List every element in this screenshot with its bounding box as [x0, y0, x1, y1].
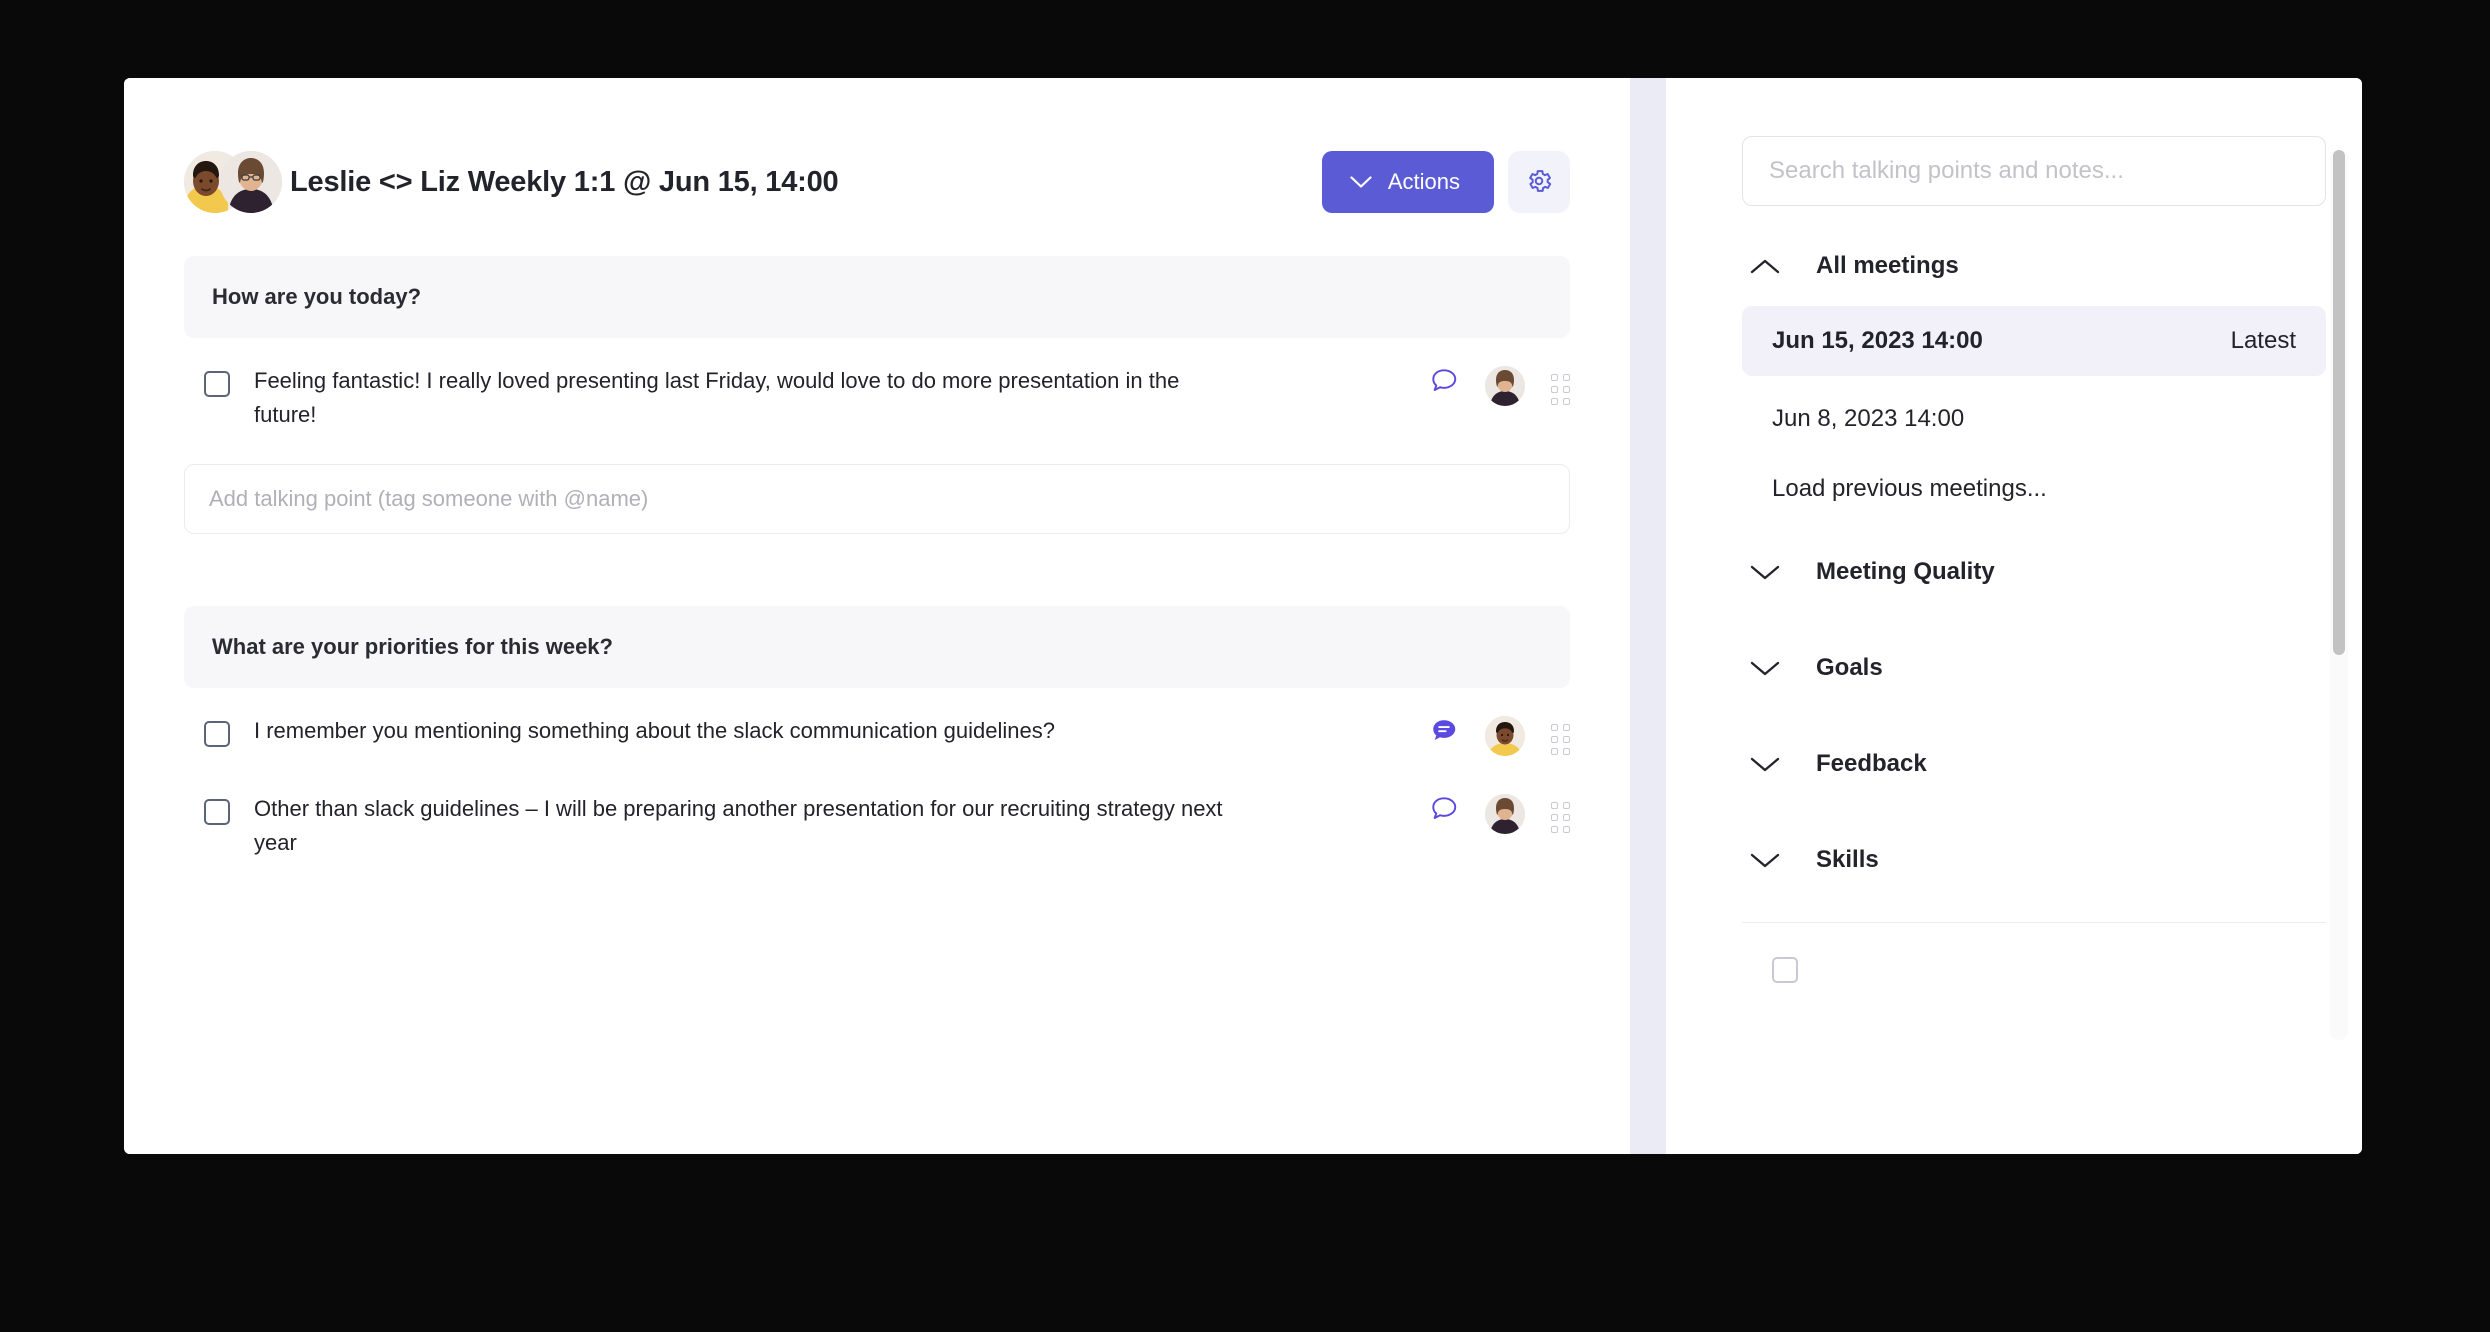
sidebar-section-label: Skills: [1816, 846, 1879, 873]
section-header-label: How are you today?: [212, 284, 422, 309]
meeting-header: Leslie <> Liz Weekly 1:1 @ Jun 15, 14:00…: [184, 78, 1570, 228]
section-how-are-you: How are you today? Feeling fantastic! I …: [184, 256, 1570, 535]
desktop-background: Leslie <> Liz Weekly 1:1 @ Jun 15, 14:00…: [0, 0, 2490, 1332]
panel-divider: [1630, 78, 1666, 1154]
sidebar-group-label: All meetings: [1816, 252, 1959, 279]
drag-handle-icon[interactable]: [1551, 366, 1570, 405]
main-panel: Leslie <> Liz Weekly 1:1 @ Jun 15, 14:00…: [124, 78, 1630, 1154]
avatar-liz: [220, 151, 282, 213]
section-priorities: What are your priorities for this week? …: [184, 606, 1570, 870]
sidebar-panel: All meetings Jun 15, 2023 14:00 Latest J…: [1666, 78, 2362, 1154]
chevron-down-icon: [1750, 564, 1816, 581]
settings-button[interactable]: [1508, 151, 1570, 213]
talking-point-text: Other than slack guidelines – I will be …: [254, 796, 1223, 856]
sidebar-meeting-item[interactable]: Jun 8, 2023 14:00: [1742, 384, 2326, 454]
talking-point-checkbox[interactable]: [204, 371, 230, 397]
sidebar-section-feedback[interactable]: Feedback: [1742, 716, 2326, 812]
sidebar-section-label: Feedback: [1816, 750, 1927, 777]
chevron-down-icon: [1750, 756, 1816, 773]
load-previous-meetings-link[interactable]: Load previous meetings...: [1742, 454, 2326, 524]
talking-point-row: Feeling fantastic! I really loved presen…: [184, 338, 1570, 442]
talking-point-text: Feeling fantastic! I really loved presen…: [254, 368, 1180, 428]
participant-avatars: [184, 151, 282, 213]
actions-button-label: Actions: [1387, 169, 1460, 194]
sidebar-clipped-item[interactable]: [1742, 923, 2326, 983]
talking-point-tools: [1429, 364, 1570, 406]
sidebar-section-label: Meeting Quality: [1816, 558, 1995, 585]
talking-point-tools: [1429, 714, 1570, 757]
search-field[interactable]: [1742, 136, 2326, 206]
meeting-latest-badge: Latest: [2230, 327, 2296, 354]
talking-point-row: I remember you mentioning something abou…: [184, 688, 1570, 766]
chevron-down-icon: [1750, 852, 1816, 869]
section-header: How are you today?: [184, 256, 1570, 338]
sidebar-section-label: Goals: [1816, 654, 1883, 681]
actions-button[interactable]: Actions: [1321, 151, 1494, 213]
section-header-label: What are your priorities for this week?: [212, 634, 613, 660]
talking-point-text: I remember you mentioning something abou…: [254, 718, 1055, 744]
drag-handle-icon[interactable]: [1551, 716, 1570, 756]
sidebar-section-skills[interactable]: Skills: [1742, 812, 2326, 908]
app-window: Leslie <> Liz Weekly 1:1 @ Jun 15, 14:00…: [124, 78, 2362, 1154]
add-talking-point-field[interactable]: [184, 464, 1570, 535]
drag-handle-icon[interactable]: [1551, 794, 1570, 834]
meeting-date: Jun 8, 2023 14:00: [1772, 405, 1965, 432]
sidebar-bottom-fade: [1666, 1044, 2362, 1154]
clipped-checkbox[interactable]: [1772, 957, 1798, 983]
chevron-down-icon: [1750, 660, 1816, 677]
sidebar-section-meeting-quality[interactable]: Meeting Quality: [1742, 524, 2326, 620]
talking-point-checkbox[interactable]: [204, 721, 230, 748]
comment-icon[interactable]: [1429, 366, 1459, 401]
header-actions: Actions: [1321, 151, 1570, 213]
add-talking-point-input[interactable]: [209, 486, 1545, 513]
search-input[interactable]: [1769, 157, 2299, 185]
sidebar-section-goals[interactable]: Goals: [1742, 620, 2326, 716]
scrollbar-thumb[interactable]: [2333, 150, 2345, 655]
sidebar-group-all-meetings[interactable]: All meetings: [1742, 234, 2326, 298]
page-title: Leslie <> Liz Weekly 1:1 @ Jun 15, 14:00: [290, 165, 839, 198]
sidebar-scrollbar[interactable]: [2330, 150, 2348, 1040]
comment-icon-filled[interactable]: [1429, 716, 1459, 751]
talking-point-row: Other than slack guidelines – I will be …: [184, 766, 1570, 870]
assignee-avatar[interactable]: [1485, 716, 1525, 757]
talking-point-tools: [1429, 792, 1570, 835]
talking-point-checkbox[interactable]: [204, 799, 230, 826]
section-header: What are your priorities for this week?: [184, 606, 1570, 689]
meeting-date: Jun 15, 2023 14:00: [1772, 327, 1983, 354]
chevron-up-icon: [1750, 258, 1816, 275]
assignee-avatar[interactable]: [1485, 366, 1525, 406]
sidebar-meeting-item-selected[interactable]: Jun 15, 2023 14:00 Latest: [1742, 306, 2326, 376]
chevron-down-icon: [1350, 169, 1372, 195]
gear-icon: [1525, 167, 1553, 198]
comment-icon[interactable]: [1429, 794, 1459, 829]
assignee-avatar[interactable]: [1485, 794, 1525, 835]
